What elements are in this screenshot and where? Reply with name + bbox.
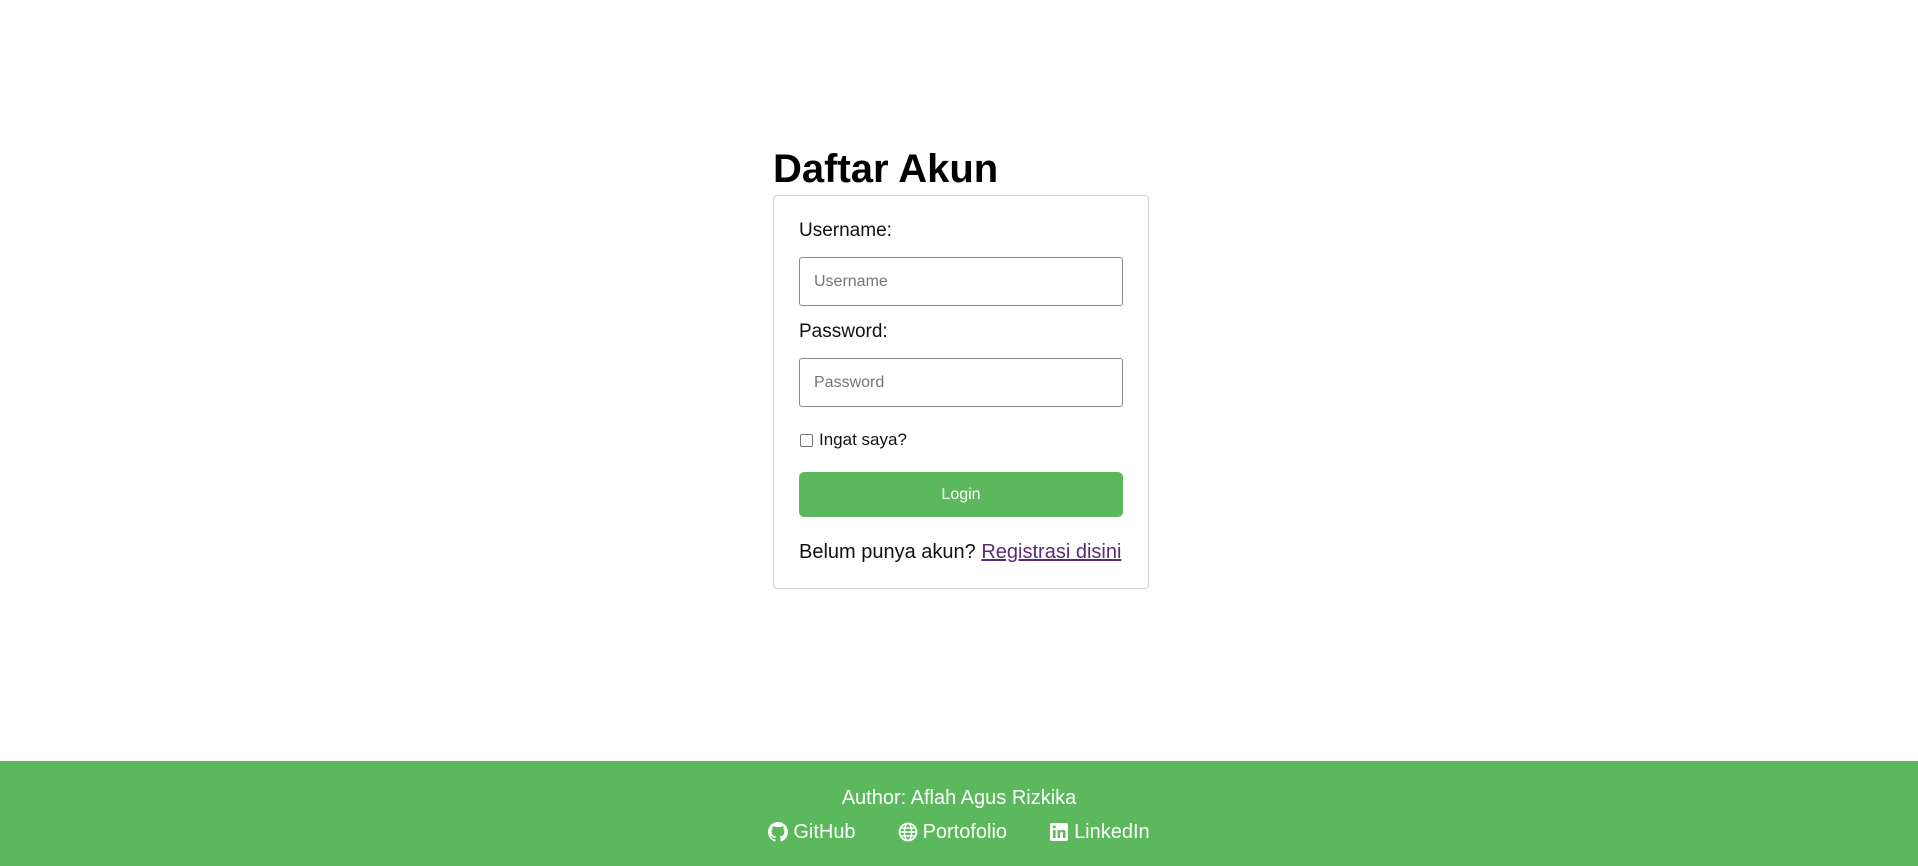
remember-me-label: Ingat saya?	[819, 430, 907, 449]
linkedin-label: LinkedIn	[1074, 821, 1150, 843]
remember-me-checkbox[interactable]	[800, 433, 813, 447]
login-card: Username: Password: Ingat saya? Login Be…	[773, 195, 1149, 589]
linkedin-link[interactable]: LinkedIn	[1049, 820, 1150, 844]
github-label: GitHub	[793, 821, 856, 843]
globe-icon	[898, 822, 918, 842]
github-icon	[768, 822, 789, 842]
login-form-container: Daftar Akun Username: Password: Ingat sa…	[773, 146, 1149, 589]
register-link[interactable]: Registrasi disini	[981, 541, 1121, 563]
author-text: Author: Aflah Agus Rizkika	[841, 787, 1077, 809]
portfolio-link[interactable]: Portofolio	[898, 820, 1008, 844]
linkedin-icon	[1049, 822, 1069, 842]
register-prompt: Belum punya akun? Registrasi disini	[799, 540, 1123, 564]
page-title: Daftar Akun	[773, 147, 999, 191]
main-content: Daftar Akun Username: Password: Ingat sa…	[0, 0, 1918, 761]
portfolio-label: Portofolio	[922, 821, 1008, 843]
remember-me-row: Ingat saya?	[799, 429, 1123, 451]
register-prompt-text: Belum punya akun?	[799, 541, 976, 563]
login-button[interactable]: Login	[799, 472, 1123, 517]
password-input[interactable]	[799, 358, 1123, 407]
username-label: Username:	[799, 220, 892, 241]
footer-links: GitHub Portofolio LinkedIn	[0, 820, 1918, 844]
footer: Author: Aflah Agus Rizkika GitHub Portof…	[0, 761, 1918, 866]
username-input[interactable]	[799, 257, 1123, 306]
github-link[interactable]: GitHub	[768, 820, 856, 844]
password-label: Password:	[799, 321, 888, 342]
